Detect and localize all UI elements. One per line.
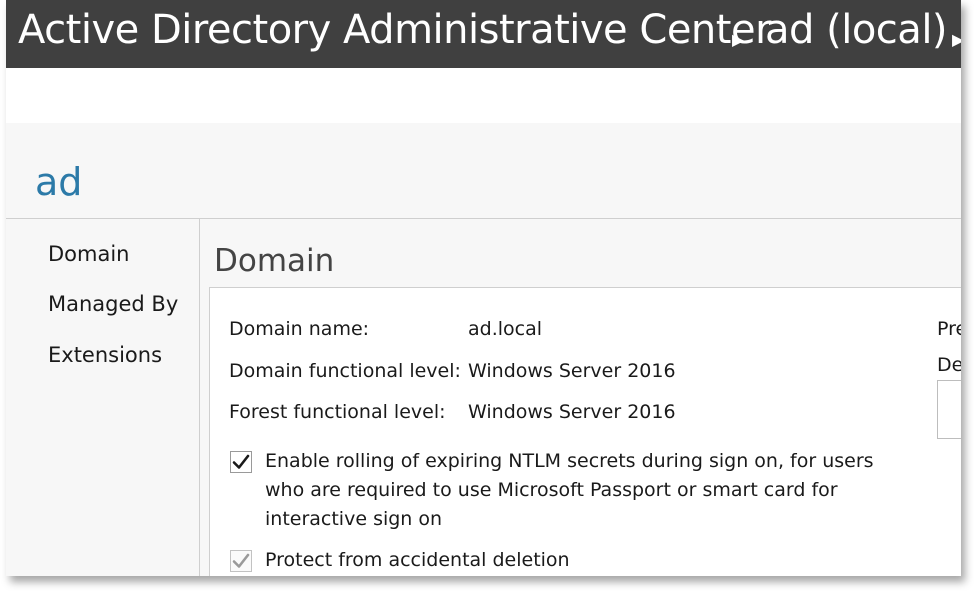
forest-functional-level-label: Forest functional level: — [229, 401, 446, 423]
nav-item-managed-by[interactable]: Managed By — [48, 290, 178, 318]
app-title: Active Directory Administrative Center — [18, 7, 772, 53]
domain-name-label: Domain name: — [229, 318, 370, 340]
domain-functional-level-value: Windows Server 2016 — [468, 360, 676, 382]
domain-name-value: ad.local — [468, 318, 543, 340]
right-column-label: Pre — [937, 318, 961, 340]
checkmark-icon — [232, 553, 250, 568]
object-title: ad — [35, 160, 83, 204]
header-band — [6, 68, 961, 123]
ntlm-rolling-label-line: who are required to use Microsoft Passpo… — [265, 479, 838, 501]
window: Active Directory Administrative Center ▶… — [6, 0, 961, 576]
ntlm-rolling-checkbox[interactable] — [230, 451, 252, 473]
divider — [199, 219, 200, 576]
breadcrumb-separator-icon: ▶ — [732, 30, 744, 49]
right-column-input[interactable] — [937, 380, 961, 439]
nav-item-extensions[interactable]: Extensions — [48, 341, 162, 369]
forest-functional-level-value: Windows Server 2016 — [468, 401, 676, 423]
breadcrumb-node[interactable]: ad (local) — [765, 8, 948, 52]
ntlm-rolling-label: Enable rolling of expiring NTLM secrets … — [265, 447, 874, 534]
ntlm-rolling-label-line: Enable rolling of expiring NTLM secrets … — [265, 450, 874, 472]
protect-deletion-label: Protect from accidental deletion — [265, 549, 570, 571]
checkmark-icon — [232, 454, 250, 469]
nav-item-domain[interactable]: Domain — [48, 240, 130, 268]
section-title: Domain — [214, 243, 335, 279]
ntlm-rolling-label-line: interactive sign on — [265, 508, 443, 530]
domain-functional-level-label: Domain functional level: — [229, 360, 461, 382]
breadcrumb-separator-icon: ▶ — [952, 30, 961, 49]
title-bar: Active Directory Administrative Center ▶… — [6, 0, 961, 68]
right-column-label: De — [937, 354, 961, 376]
divider — [6, 218, 961, 219]
protect-deletion-checkbox[interactable] — [230, 550, 252, 572]
